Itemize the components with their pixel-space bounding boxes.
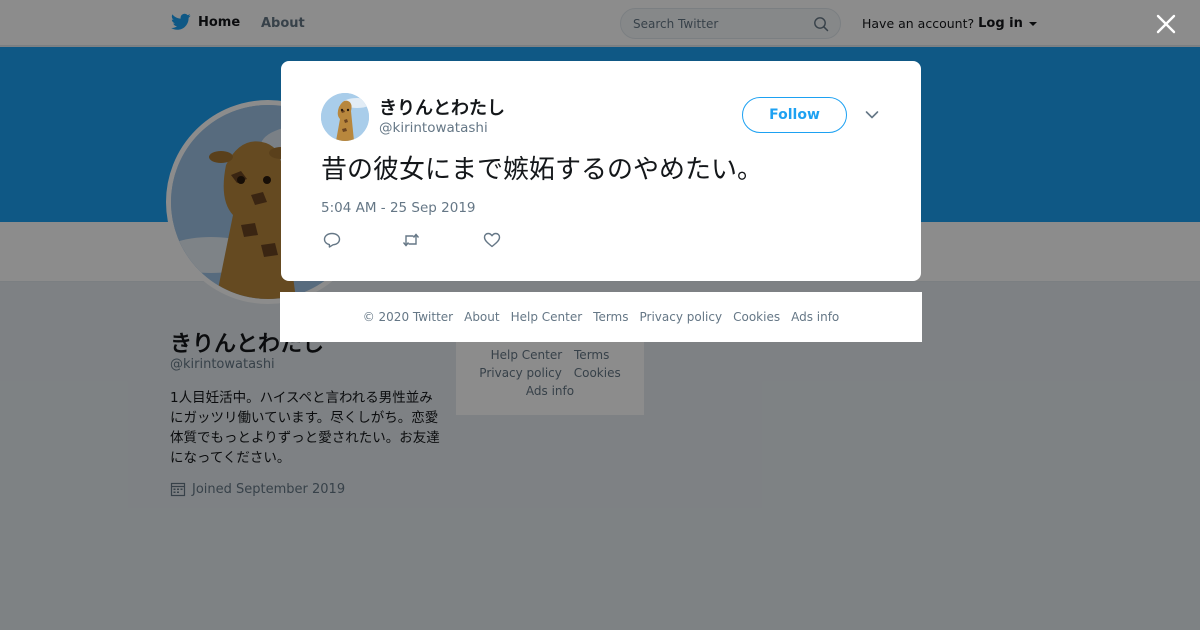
tweet-author-name[interactable]: きりんとわたし (379, 94, 505, 120)
like-icon[interactable] (483, 232, 501, 248)
reply-icon[interactable] (323, 232, 341, 248)
close-icon[interactable] (1156, 14, 1176, 34)
footer-link-privacy[interactable]: Privacy policy (640, 310, 723, 324)
footer-link-cookies[interactable]: Cookies (733, 310, 780, 324)
footer-link-help-center[interactable]: Help Center (511, 310, 583, 324)
footer-copyright: © 2020 Twitter (362, 310, 454, 324)
tweet-text: 昔の彼女にまで嫉妬するのやめたい。 (321, 155, 764, 185)
retweet-icon[interactable] (402, 232, 420, 248)
footer-link-ads-info[interactable]: Ads info (791, 310, 839, 324)
follow-button[interactable]: Follow (742, 97, 847, 133)
footer-link-about[interactable]: About (464, 310, 499, 324)
tweet-author-avatar[interactable] (321, 93, 369, 141)
tweet-timestamp[interactable]: 5:04 AM - 25 Sep 2019 (321, 200, 476, 216)
footer-link-terms[interactable]: Terms (593, 310, 628, 324)
giraffe-avatar-image (321, 93, 369, 141)
chevron-down-icon[interactable] (865, 109, 879, 121)
modal-footer: © 2020 Twitter About Help Center Terms P… (280, 292, 922, 342)
tweet-modal: きりんとわたし @kirintowatashi Follow 昔の彼女にまで嫉妬… (281, 61, 921, 281)
tweet-author-handle[interactable]: @kirintowatashi (379, 120, 488, 136)
